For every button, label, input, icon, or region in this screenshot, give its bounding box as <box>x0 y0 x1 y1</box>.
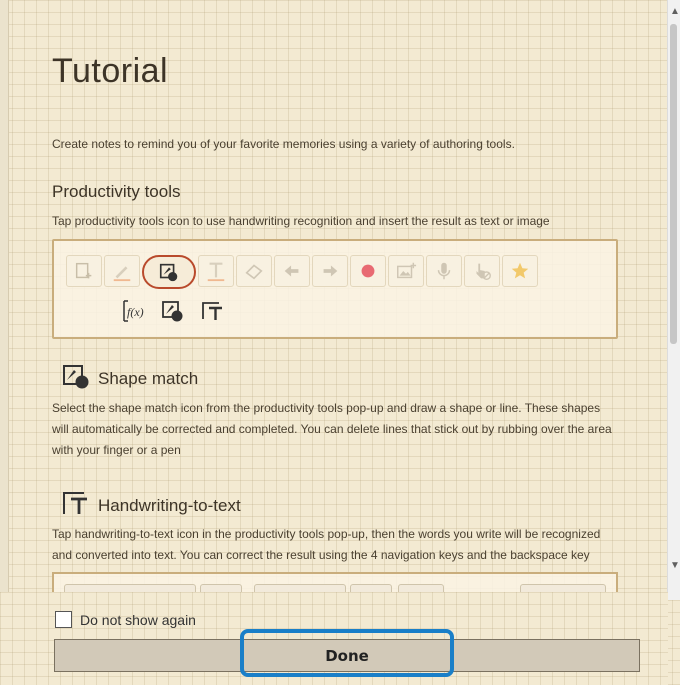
preview-key <box>398 584 444 592</box>
productivity-tools-icon <box>142 255 196 289</box>
preview-key <box>200 584 242 592</box>
shape-match-description: Select the shape match icon from the pro… <box>52 401 612 457</box>
scroll-up-arrow-icon[interactable]: ▲ <box>670 6 680 17</box>
handwriting-description: Tap handwriting-to-text icon in the prod… <box>52 527 601 562</box>
handwriting-to-text-icon <box>200 298 226 324</box>
productivity-heading: Productivity tools <box>52 182 181 201</box>
tutorial-content: Tutorial Create notes to remind you of y… <box>52 0 622 592</box>
shape-match-icon <box>62 363 90 394</box>
preview-key <box>350 584 392 592</box>
favorite-star-icon <box>502 255 538 287</box>
do-not-show-again-row[interactable]: Do not show again <box>55 611 196 628</box>
scroll-thumb[interactable] <box>670 24 677 344</box>
productivity-popup-icons: f(x) <box>120 298 226 324</box>
checkbox-label: Do not show again <box>80 611 196 628</box>
microphone-icon <box>426 255 462 287</box>
productivity-toolbar-illustration: f(x) <box>52 239 618 339</box>
productivity-description: Tap productivity tools icon to use handw… <box>52 214 550 228</box>
handwriting-illustration-preview <box>52 572 618 592</box>
toolbar-icon-row <box>66 255 538 289</box>
formula-match-icon: f(x) <box>120 298 146 324</box>
eraser-icon <box>236 255 272 287</box>
intro-text: Create notes to remind you of your favor… <box>52 137 515 151</box>
do-not-show-again-checkbox[interactable] <box>55 611 72 628</box>
shape-match-heading: Shape match <box>62 363 198 394</box>
redo-icon <box>312 255 348 287</box>
page-title: Tutorial <box>52 52 169 90</box>
handwriting-title: Handwriting-to-text <box>98 495 241 515</box>
handwriting-heading: Handwriting-to-text <box>62 490 241 521</box>
preview-key <box>254 584 346 592</box>
preview-key <box>64 584 196 592</box>
shape-match-icon <box>160 298 186 324</box>
pen-icon <box>104 255 140 287</box>
scroll-down-arrow-icon[interactable]: ▼ <box>670 560 680 571</box>
text-icon <box>198 255 234 287</box>
svg-text:f(x): f(x) <box>127 305 144 319</box>
handwriting-to-text-icon <box>62 490 90 521</box>
undo-icon <box>274 255 310 287</box>
vertical-scrollbar[interactable]: ▲ ▼ <box>667 0 680 600</box>
done-button[interactable]: Done <box>54 639 640 672</box>
insert-image-icon <box>388 255 424 287</box>
record-icon <box>350 255 386 287</box>
preview-key <box>520 584 606 592</box>
touch-disable-icon <box>464 255 500 287</box>
new-page-icon <box>66 255 102 287</box>
shape-match-title: Shape match <box>98 368 199 388</box>
left-edge <box>0 0 9 685</box>
